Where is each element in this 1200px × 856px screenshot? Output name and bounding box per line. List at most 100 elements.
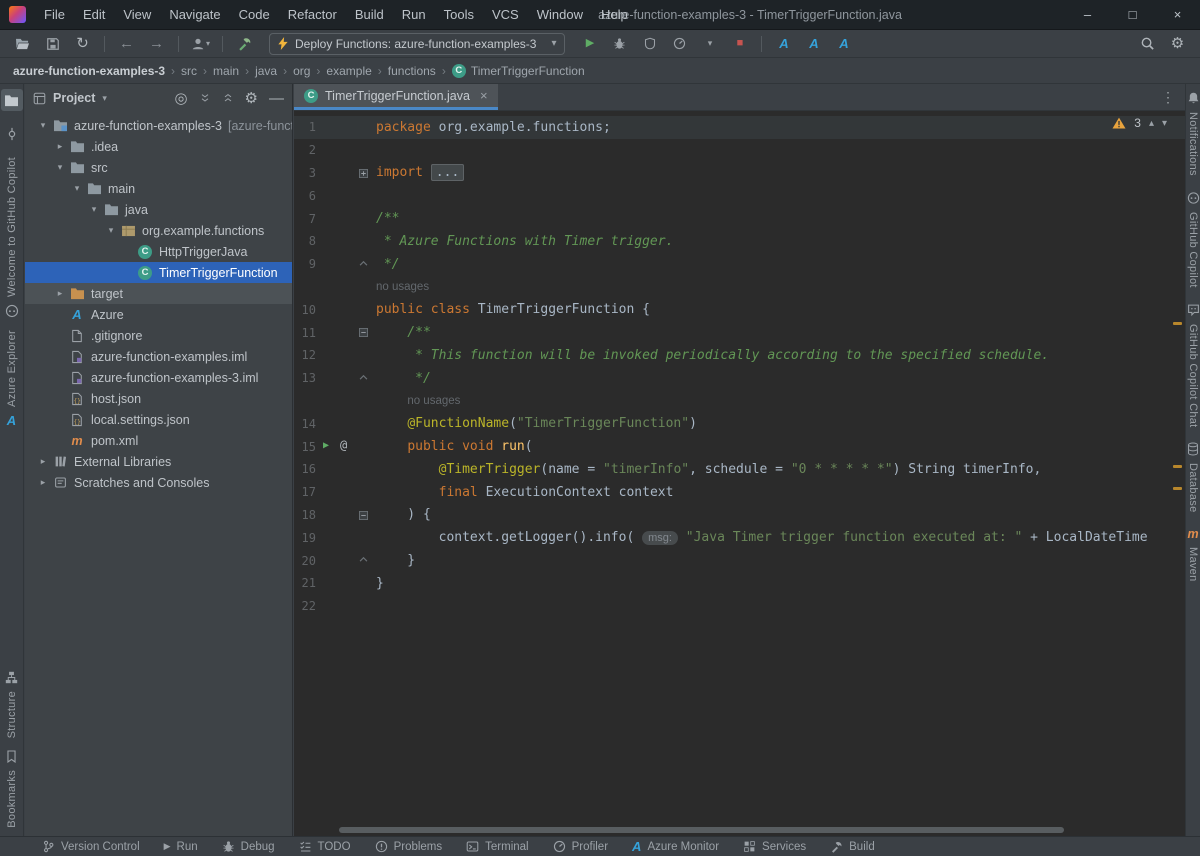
open-button[interactable] [10, 33, 35, 55]
statusbar-services[interactable]: Services [743, 840, 806, 853]
tab-close-icon[interactable]: × [480, 88, 488, 103]
breadcrumb-src[interactable]: src [178, 64, 200, 78]
tree-item-pom-xml[interactable]: mpom.xml [25, 430, 292, 451]
line-number[interactable]: 12 [294, 348, 316, 362]
run-method-icon[interactable]: ▶ [323, 440, 329, 451]
tool-button-bookmarks[interactable]: Bookmarks [6, 750, 18, 828]
tree-item-main[interactable]: ▾main [25, 178, 292, 199]
error-stripe-mark[interactable] [1173, 487, 1182, 490]
chevron-down-icon[interactable]: ▾ [69, 183, 85, 194]
tree-item-host-json[interactable]: {}host.json [25, 388, 292, 409]
chevron-down-button[interactable]: ▾ [697, 33, 722, 55]
tree-item-scratches-and-consoles[interactable]: ▸Scratches and Consoles [25, 472, 292, 493]
usages-inlay-hint[interactable]: no usages [407, 395, 460, 407]
usages-inlay-hint[interactable]: no usages [376, 281, 429, 293]
maximize-button[interactable]: □ [1110, 0, 1155, 29]
settings-button[interactable]: ⚙ [1165, 33, 1190, 55]
line-number[interactable]: 14 [294, 417, 316, 431]
menu-window[interactable]: Window [528, 0, 592, 30]
stop-button[interactable]: ■ [727, 33, 752, 55]
statusbar-profiler[interactable]: Profiler [553, 840, 608, 853]
tool-button-maven[interactable]: mMaven [1187, 528, 1199, 582]
line-number[interactable]: 21 [294, 576, 316, 590]
chevron-right-icon[interactable]: ▸ [52, 141, 68, 152]
statusbar-debug[interactable]: Debug [222, 840, 275, 853]
chevron-down-icon[interactable]: ▾ [52, 162, 68, 173]
tree-item-src[interactable]: ▾src [25, 157, 292, 178]
tree-item-target[interactable]: ▸target [25, 283, 292, 304]
menu-refactor[interactable]: Refactor [279, 0, 346, 30]
statusbar-azure-monitor[interactable]: AAzure Monitor [632, 840, 719, 853]
chevron-down-icon[interactable]: ▾ [86, 204, 102, 215]
menu-run[interactable]: Run [393, 0, 435, 30]
azure-functions-button[interactable]: A [771, 33, 796, 55]
line-number[interactable]: 9 [294, 257, 316, 271]
azure-web-apps-button[interactable]: A [801, 33, 826, 55]
menu-navigate[interactable]: Navigate [160, 0, 229, 30]
sync-button[interactable]: ↻ [70, 33, 95, 55]
tool-button-azure-explorer[interactable]: Azure ExplorerA [6, 330, 18, 427]
menu-view[interactable]: View [114, 0, 160, 30]
locate-button[interactable]: ◎ [174, 91, 187, 106]
breadcrumb-java[interactable]: java [252, 64, 280, 78]
breadcrumb-example[interactable]: example [323, 64, 374, 78]
line-number[interactable]: 3 [294, 166, 316, 180]
menu-build[interactable]: Build [346, 0, 393, 30]
minimize-button[interactable]: – [1065, 0, 1110, 29]
line-number[interactable]: 15 [294, 440, 316, 454]
fold-marker-icon[interactable] [359, 374, 368, 380]
azure-vm-button[interactable]: A [831, 33, 856, 55]
menu-file[interactable]: File [35, 0, 74, 30]
breadcrumb-timertriggerfunction[interactable]: CTimerTriggerFunction [449, 64, 588, 78]
breadcrumb-functions[interactable]: functions [385, 64, 439, 78]
fold-marker-icon[interactable] [359, 328, 368, 337]
chevron-right-icon[interactable]: ▸ [35, 477, 51, 488]
chevron-right-icon[interactable]: ▸ [35, 456, 51, 467]
error-stripe-mark[interactable] [1173, 465, 1182, 468]
prev-problem-button[interactable]: ▴ [1149, 118, 1154, 129]
line-number[interactable]: 10 [294, 303, 316, 317]
coverage-button[interactable] [637, 33, 662, 55]
line-number[interactable]: 22 [294, 599, 316, 613]
statusbar-todo[interactable]: TODO [299, 840, 351, 853]
line-number[interactable]: 17 [294, 485, 316, 499]
statusbar-terminal[interactable]: Terminal [466, 840, 528, 853]
line-number[interactable]: 6 [294, 189, 316, 203]
tree-item-org-example-functions[interactable]: ▾org.example.functions [25, 220, 292, 241]
error-stripe-mark[interactable] [1173, 322, 1182, 325]
tree-item-local-settings-json[interactable]: {}local.settings.json [25, 409, 292, 430]
tree-item-java[interactable]: ▾java [25, 199, 292, 220]
tree-item-httptriggerjava[interactable]: CHttpTriggerJava [25, 241, 292, 262]
line-number[interactable]: 19 [294, 531, 316, 545]
project-tool-button[interactable] [1, 89, 23, 111]
next-problem-button[interactable]: ▾ [1162, 118, 1167, 129]
menu-vcs[interactable]: VCS [483, 0, 528, 30]
line-number[interactable]: 2 [294, 143, 316, 157]
breadcrumb-org[interactable]: org [290, 64, 313, 78]
fold-marker-icon[interactable] [359, 260, 368, 266]
search-button[interactable] [1135, 33, 1160, 55]
save-button[interactable] [40, 33, 65, 55]
run-button[interactable]: ▶ [577, 33, 602, 55]
horizontal-scrollbar[interactable] [339, 827, 1064, 833]
menu-tools[interactable]: Tools [435, 0, 483, 30]
statusbar-build[interactable]: Build [830, 841, 875, 853]
line-number[interactable]: 20 [294, 554, 316, 568]
line-number[interactable]: 16 [294, 462, 316, 476]
chevron-down-icon[interactable]: ▾ [103, 225, 119, 236]
chevron-down-icon[interactable]: ▾ [35, 120, 51, 131]
tree-item-azure-function-examples-iml[interactable]: azure-function-examples.iml [25, 346, 292, 367]
chevron-right-icon[interactable]: ▸ [52, 288, 68, 299]
back-button[interactable]: ← [114, 33, 139, 55]
menu-code[interactable]: Code [230, 0, 279, 30]
code-editor[interactable]: 1package org.example.functions;23import … [294, 111, 1185, 836]
menu-edit[interactable]: Edit [74, 0, 114, 30]
editor-tab[interactable]: CTimerTriggerFunction.java× [294, 84, 498, 110]
close-button[interactable]: × [1155, 0, 1200, 29]
fold-marker-icon[interactable] [359, 169, 368, 178]
breadcrumb-azure-function-examples-3[interactable]: azure-function-examples-3 [10, 64, 168, 78]
tool-button-notifications[interactable]: Notifications [1187, 91, 1200, 176]
statusbar-version-control[interactable]: Version Control [42, 840, 140, 853]
line-number[interactable]: 1 [294, 120, 316, 134]
more-options-icon[interactable]: ⋮ [1151, 84, 1185, 110]
